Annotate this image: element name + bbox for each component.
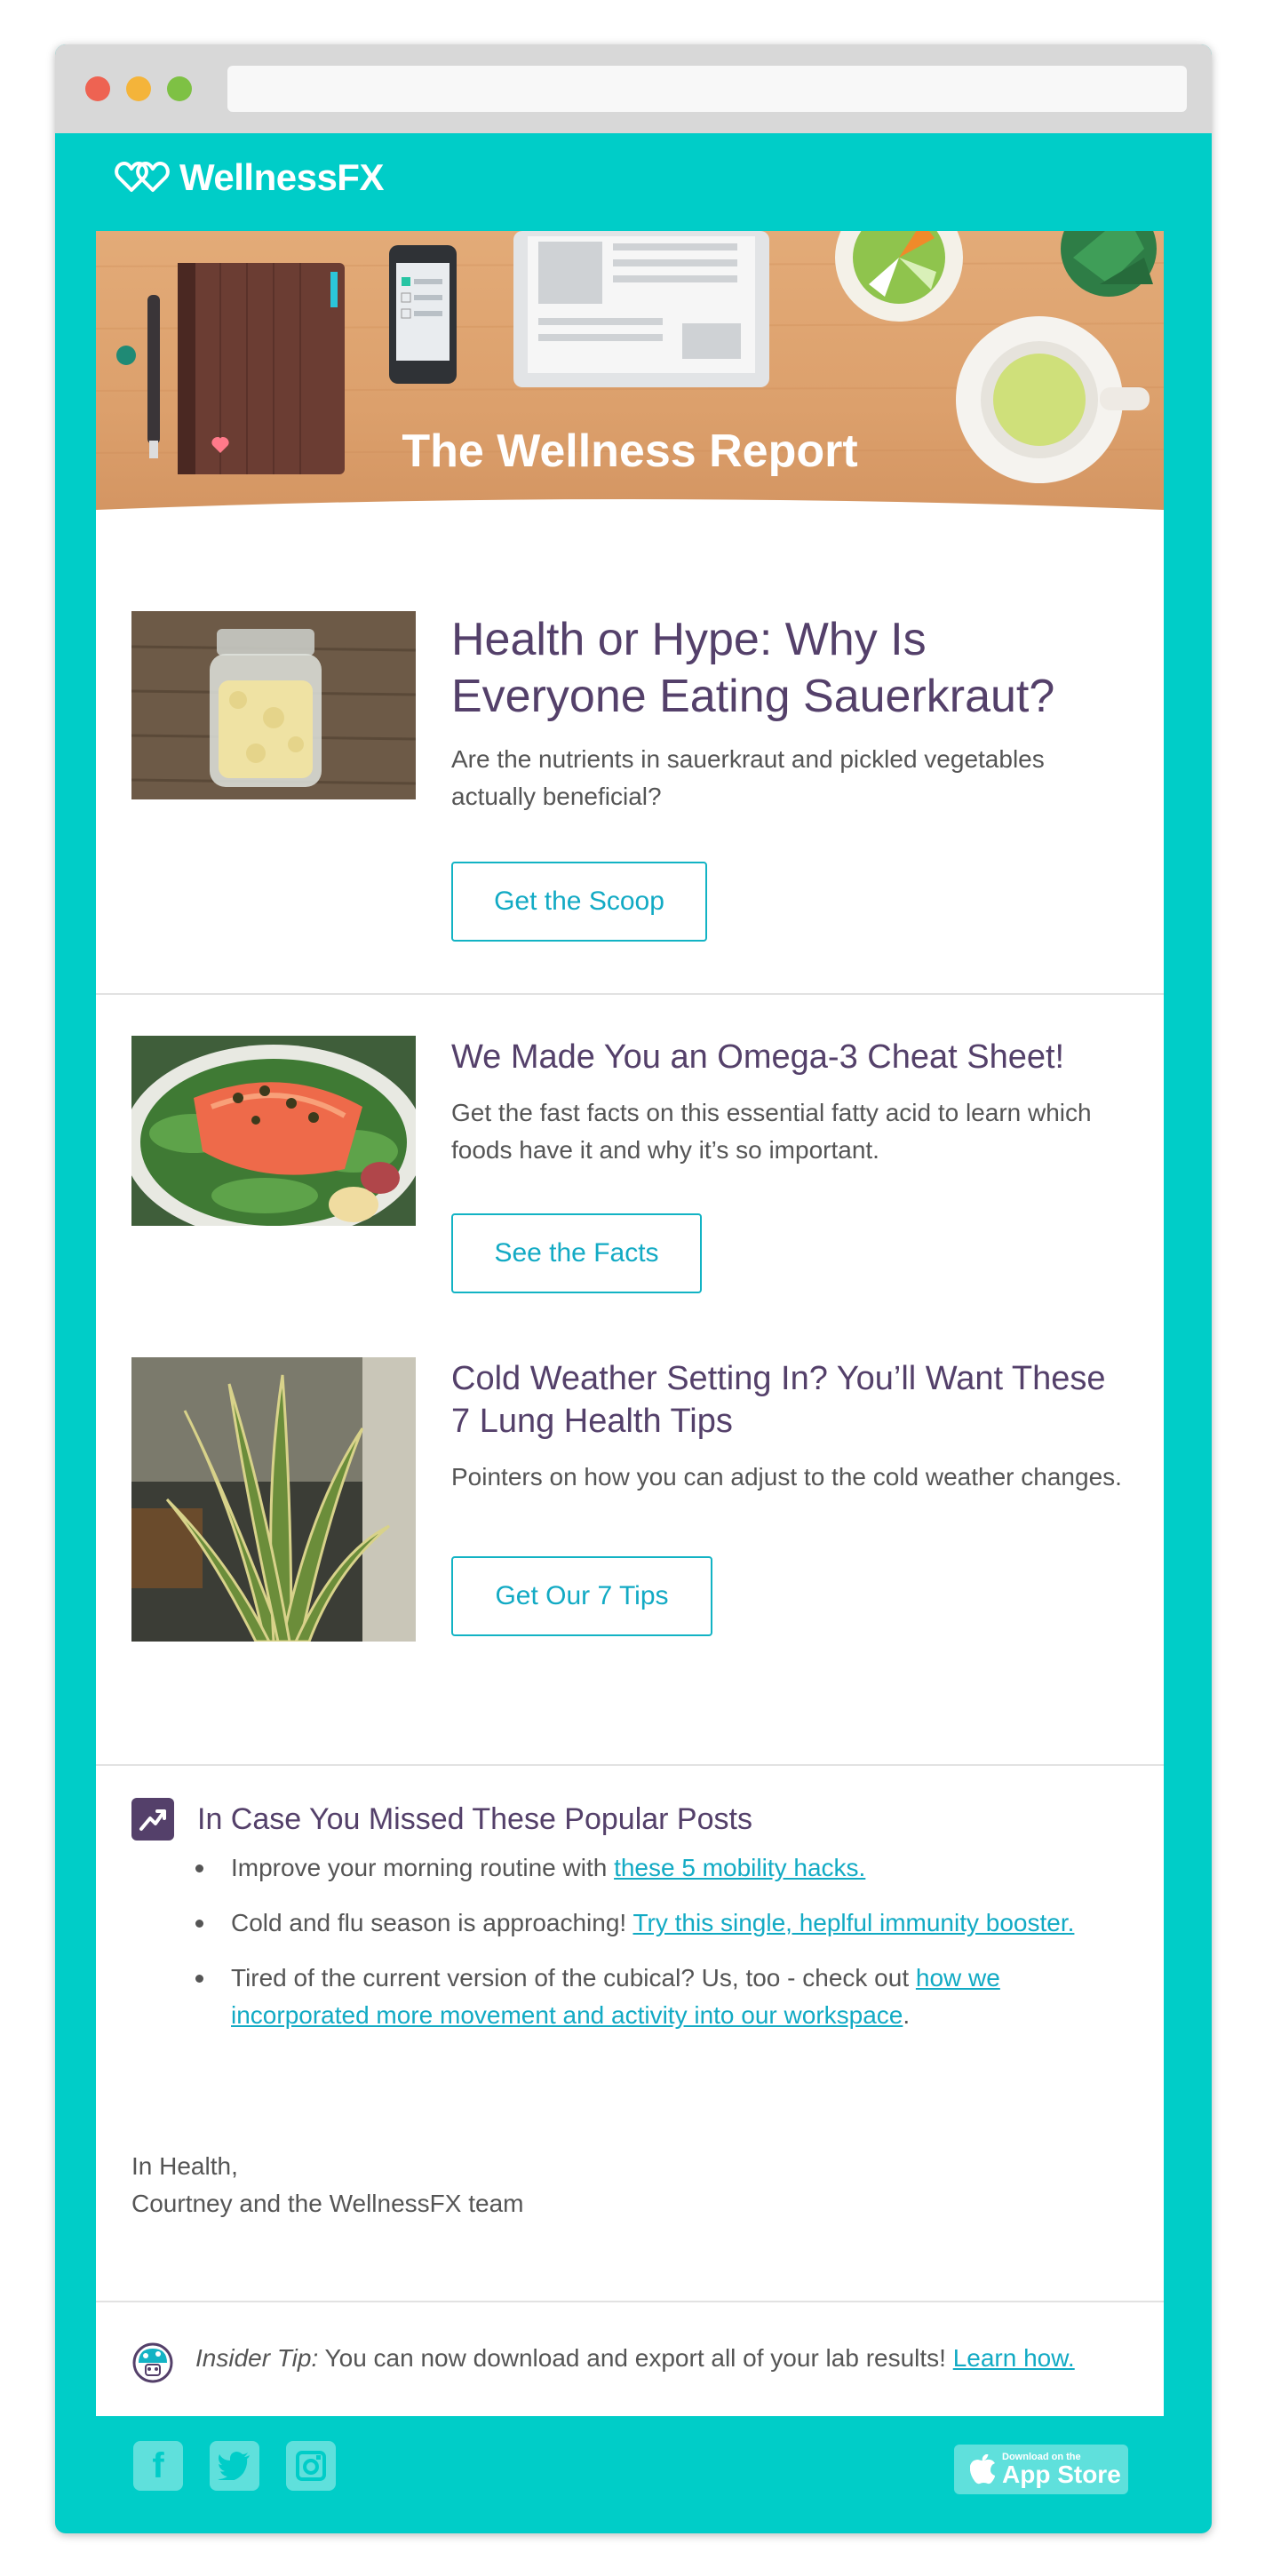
plant-image[interactable] bbox=[131, 1357, 416, 1642]
signoff-greeting: In Health, bbox=[131, 2152, 238, 2180]
popular-post-item: Improve your morning routine with these … bbox=[185, 1849, 1126, 1887]
brand-logo[interactable]: WellnessFX bbox=[114, 156, 384, 199]
popular-post-suffix: . bbox=[903, 2001, 911, 2029]
popular-post-text: Cold and flu season is approaching! bbox=[231, 1909, 633, 1936]
salmon-image[interactable] bbox=[131, 1036, 416, 1226]
popular-post-text: Tired of the current version of the cubi… bbox=[231, 1964, 916, 1992]
article-omega3: We Made You an Omega-3 Cheat Sheet! Get … bbox=[131, 1036, 1128, 1320]
insider-tip-text: You can now download and export all of y… bbox=[318, 2344, 953, 2372]
article-2-title[interactable]: We Made You an Omega-3 Cheat Sheet! bbox=[451, 1036, 1126, 1078]
social-links: f bbox=[133, 2441, 336, 2491]
article-1-description: Are the nutrients in sauerkraut and pick… bbox=[451, 745, 1045, 810]
see-the-facts-button[interactable]: See the Facts bbox=[451, 1213, 702, 1293]
article-3-description: Pointers on how you can adjust to the co… bbox=[451, 1463, 1122, 1491]
section-divider bbox=[96, 993, 1164, 995]
article-3-content: Cold Weather Setting In? You’ll Want The… bbox=[451, 1357, 1126, 1496]
address-bar[interactable] bbox=[227, 66, 1187, 112]
popular-posts-title: In Case You Missed These Popular Posts bbox=[197, 1801, 752, 1836]
email-card: The Wellness Report Health or Hype: Why … bbox=[96, 231, 1164, 2416]
brand-name: WellnessFX bbox=[179, 156, 384, 198]
browser-window: WellnessFX The Wellness Report Health or… bbox=[55, 44, 1212, 2533]
article-sauerkraut: Health or Hype: Why Is Everyone Eating S… bbox=[131, 611, 1128, 966]
maximize-window-button[interactable] bbox=[167, 76, 192, 101]
apple-icon bbox=[970, 2454, 995, 2485]
twitter-icon[interactable] bbox=[210, 2441, 259, 2491]
sauerkraut-image[interactable] bbox=[131, 611, 416, 799]
sauerkraut-jar-photo bbox=[131, 611, 416, 799]
hero-wave bbox=[96, 499, 1164, 524]
immunity-booster-link[interactable]: Try this single, heplful immunity booste… bbox=[632, 1909, 1074, 1936]
trending-up-icon bbox=[131, 1798, 174, 1841]
popular-post-item: Cold and flu season is approaching! Try … bbox=[185, 1904, 1126, 1942]
article-2-description: Get the fast facts on this essential fat… bbox=[451, 1099, 1092, 1164]
salmon-salad-photo bbox=[131, 1036, 416, 1226]
popular-posts-header: In Case You Missed These Popular Posts bbox=[131, 1798, 752, 1841]
snake-plant-photo bbox=[131, 1357, 416, 1642]
close-window-button[interactable] bbox=[85, 76, 110, 101]
hero-title: The Wellness Report bbox=[402, 425, 858, 477]
hero-banner: The Wellness Report bbox=[96, 231, 1164, 524]
section-divider bbox=[96, 2301, 1164, 2302]
mobility-hacks-link[interactable]: these 5 mobility hacks. bbox=[614, 1854, 865, 1881]
section-divider bbox=[96, 1764, 1164, 1766]
article-1-content: Health or Hype: Why Is Everyone Eating S… bbox=[451, 611, 1126, 815]
desk-illustration bbox=[96, 231, 1164, 483]
article-lung-health: Cold Weather Setting In? You’ll Want The… bbox=[131, 1357, 1128, 1659]
popular-post-text: Improve your morning routine with bbox=[231, 1854, 615, 1881]
insider-tip-label: Insider Tip: bbox=[195, 2344, 319, 2372]
learn-how-link[interactable]: Learn how. bbox=[953, 2344, 1075, 2372]
facebook-icon[interactable]: f bbox=[133, 2441, 183, 2491]
article-3-title[interactable]: Cold Weather Setting In? You’ll Want The… bbox=[451, 1357, 1126, 1443]
app-store-badge[interactable]: Download on the App Store bbox=[954, 2445, 1128, 2494]
popular-post-item: Tired of the current version of the cubi… bbox=[185, 1960, 1126, 2034]
browser-chrome bbox=[55, 44, 1212, 133]
popular-posts-list: Improve your morning routine with these … bbox=[185, 1849, 1126, 2052]
article-2-content: We Made You an Omega-3 Cheat Sheet! Get … bbox=[451, 1036, 1126, 1169]
instagram-icon[interactable] bbox=[286, 2441, 336, 2491]
double-heart-icon bbox=[115, 162, 170, 192]
insider-tip: Insider Tip: You can now download and ex… bbox=[195, 2340, 1128, 2377]
signoff-team: Courtney and the WellnessFX team bbox=[131, 2190, 524, 2217]
get-our-7-tips-button[interactable]: Get Our 7 Tips bbox=[451, 1556, 712, 1636]
get-the-scoop-button[interactable]: Get the Scoop bbox=[451, 862, 707, 942]
minimize-window-button[interactable] bbox=[126, 76, 151, 101]
article-1-title[interactable]: Health or Hype: Why Is Everyone Eating S… bbox=[451, 611, 1126, 725]
signoff: In Health, Courtney and the WellnessFX t… bbox=[131, 2148, 523, 2222]
insider-tip-icon bbox=[131, 2341, 174, 2389]
app-store-label: App Store bbox=[1002, 2460, 1121, 2488]
email-header: WellnessFX bbox=[55, 133, 1212, 222]
